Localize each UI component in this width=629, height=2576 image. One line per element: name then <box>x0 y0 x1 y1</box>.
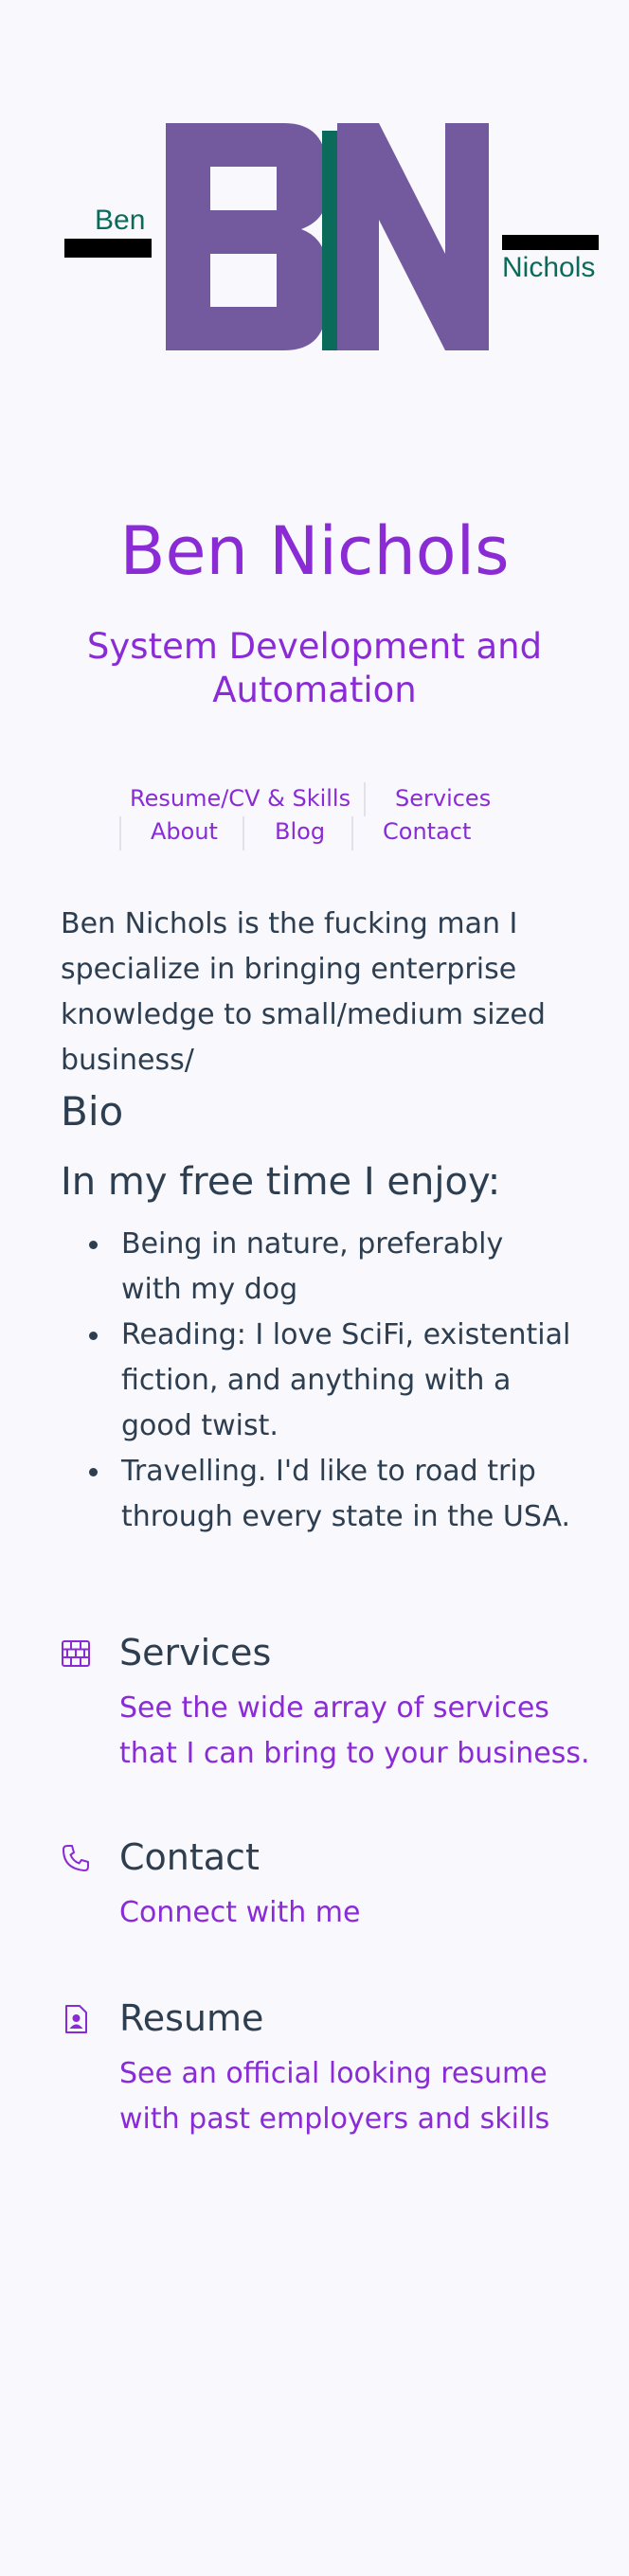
nav-link-about[interactable]: About <box>151 817 218 846</box>
hobby-list: Being in nature, preferably with my dog … <box>61 1222 572 1540</box>
resume-link[interactable]: See an official looking resume with past… <box>119 2051 593 2142</box>
nav-link-resume[interactable]: Resume/CV & Skills <box>130 784 350 813</box>
feature-title: Resume <box>119 1997 264 2039</box>
ben-nichols-monogram: Ben Nichols <box>64 123 599 350</box>
site-logo[interactable]: Ben Nichols <box>0 0 629 398</box>
services-link[interactable]: See the wide array of services that I ca… <box>119 1686 593 1777</box>
logo-right-bar <box>502 235 599 250</box>
nav-separator <box>364 782 366 816</box>
free-time-heading: In my free time I enjoy: <box>61 1160 501 1204</box>
hobby-item: Reading: I love SciFi, existential ficti… <box>61 1313 572 1449</box>
site-subtitle: System Development and Automation <box>86 626 543 710</box>
feature-title: Services <box>119 1632 272 1673</box>
hobby-item: Being in nature, preferably with my dog <box>61 1222 572 1313</box>
nav-link-blog[interactable]: Blog <box>275 817 325 846</box>
feature-title: Contact <box>119 1836 260 1878</box>
logo-last-name: Nichols <box>502 252 595 283</box>
resume-file-icon <box>65 2005 87 2033</box>
intro-paragraph: Ben Nichols is the fucking man I special… <box>61 907 546 1077</box>
logo-middle-strip <box>322 131 337 350</box>
bio-heading: Bio <box>61 1088 124 1135</box>
logo-letter-b <box>166 123 327 350</box>
nav-separator <box>243 816 244 850</box>
hobby-item: Travelling. I'd like to road trip throug… <box>61 1449 572 1540</box>
logo-first-name: Ben <box>95 205 145 236</box>
contact-link[interactable]: Connect with me <box>119 1890 593 1936</box>
logo-left-bar <box>64 239 152 258</box>
site-title[interactable]: Ben Nichols <box>0 511 629 591</box>
logo-letter-n <box>337 123 489 350</box>
nav-separator <box>351 816 353 850</box>
nav-link-contact[interactable]: Contact <box>383 817 471 846</box>
nav-separator <box>119 816 121 850</box>
brick-wall-icon <box>62 1640 90 1667</box>
phone-icon <box>63 1845 89 1871</box>
nav-link-services[interactable]: Services <box>395 784 491 813</box>
